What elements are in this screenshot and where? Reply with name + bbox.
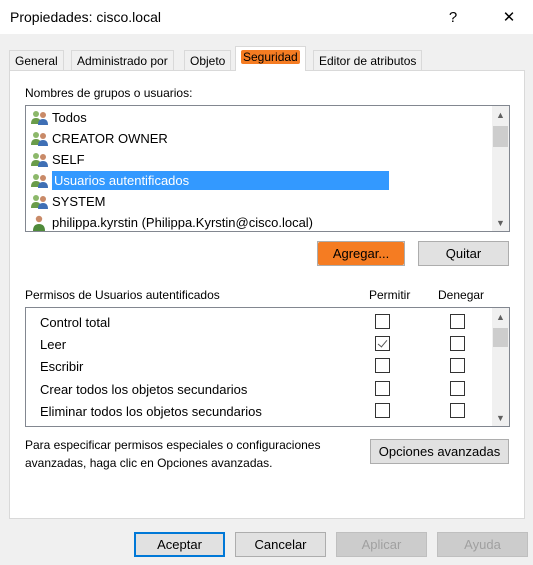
deny-checkbox[interactable]	[450, 336, 465, 351]
tab-label: Administrado por	[77, 54, 168, 68]
tab-general[interactable]: General	[9, 50, 64, 71]
scroll-thumb[interactable]	[493, 126, 508, 147]
list-item[interactable]: Todos	[27, 107, 490, 128]
permission-name: Crear todos los objetos secundarios	[40, 382, 248, 397]
groups-scrollbar[interactable]: ▲ ▼	[492, 106, 509, 231]
allow-header: Permitir	[369, 288, 411, 302]
permissions-scrollbar[interactable]: ▲ ▼	[492, 308, 509, 426]
help-button[interactable]: ?	[430, 0, 476, 34]
remove-button[interactable]: Quitar	[418, 241, 509, 266]
help-footer-label: Ayuda	[464, 537, 501, 552]
deny-checkbox[interactable]	[450, 403, 465, 418]
window-title: Propiedades: cisco.local	[10, 9, 161, 25]
list-item[interactable]: philippa.kyrstin (Philippa.Kyrstin@cisco…	[27, 212, 490, 231]
group-icon	[31, 194, 49, 210]
list-item[interactable]: CREATOR OWNER	[27, 128, 490, 149]
tab-editor-de-atributos[interactable]: Editor de atributos	[313, 50, 423, 71]
advanced-options-label: Opciones avanzadas	[378, 444, 501, 459]
apply-button[interactable]: Aplicar	[336, 532, 427, 557]
tab-seguridad[interactable]: Seguridad	[235, 46, 306, 71]
permission-name: Eliminar todos los objetos secundarios	[40, 404, 262, 419]
cancel-button[interactable]: Cancelar	[235, 532, 326, 557]
add-button[interactable]: Agregar...	[317, 241, 405, 266]
allow-checkbox[interactable]	[375, 336, 390, 351]
list-item-label: philippa.kyrstin (Philippa.Kyrstin@cisco…	[52, 215, 314, 230]
group-icon	[31, 173, 49, 189]
tab-administrado-por[interactable]: Administrado por	[71, 50, 174, 71]
allow-checkbox[interactable]	[375, 403, 390, 418]
tab-label: Seguridad	[241, 50, 300, 64]
permission-name: Control total	[40, 315, 111, 330]
permissions-label: Permisos de Usuarios autentificados	[25, 288, 220, 302]
permissions-list[interactable]: Control total Leer Escribir Crear todos …	[25, 307, 510, 427]
scroll-down-icon[interactable]: ▼	[492, 409, 509, 426]
scroll-thumb[interactable]	[493, 328, 508, 347]
cancel-label: Cancelar	[254, 537, 307, 552]
advanced-options-button[interactable]: Opciones avanzadas	[370, 439, 509, 464]
permission-name: Escribir	[40, 359, 84, 374]
scroll-up-icon[interactable]: ▲	[492, 308, 509, 325]
tab-label: Editor de atributos	[319, 54, 417, 68]
list-item-label: Usuarios autentificados	[52, 171, 390, 190]
list-item-label: CREATOR OWNER	[52, 131, 168, 146]
group-icon	[31, 152, 49, 168]
scroll-up-icon[interactable]: ▲	[492, 106, 509, 123]
add-button-label: Agregar...	[332, 246, 390, 261]
list-item-label: SYSTEM	[52, 194, 106, 209]
deny-header: Denegar	[438, 288, 485, 302]
title-bar: Propiedades: cisco.local ? ✕	[0, 0, 533, 34]
list-item[interactable]: SYSTEM	[27, 191, 490, 212]
list-item-selected[interactable]: Usuarios autentificados	[27, 170, 490, 191]
scroll-down-icon[interactable]: ▼	[492, 214, 509, 231]
list-item[interactable]: SELF	[27, 149, 490, 170]
help-icon: ?	[448, 8, 458, 26]
allow-checkbox[interactable]	[375, 314, 390, 329]
tab-label: Objeto	[190, 54, 226, 68]
groups-label: Nombres de grupos o usuarios:	[25, 86, 193, 100]
deny-checkbox[interactable]	[450, 358, 465, 373]
close-icon: ✕	[502, 9, 516, 26]
group-icon	[31, 131, 49, 147]
list-item-label: Todos	[52, 110, 87, 125]
ok-label: Aceptar	[157, 537, 202, 552]
apply-label: Aplicar	[361, 537, 402, 552]
deny-checkbox[interactable]	[450, 381, 465, 396]
tab-objeto[interactable]: Objeto	[184, 50, 232, 71]
ok-button[interactable]: Aceptar	[134, 532, 225, 557]
groups-listbox[interactable]: Todos CREATOR OWNER SELF Usuarios autent…	[25, 105, 510, 232]
advanced-text-line2: avanzadas, haga clic en Opciones avanzad…	[25, 456, 273, 470]
close-button[interactable]: ✕	[486, 0, 532, 34]
help-footer-button[interactable]: Ayuda	[437, 532, 528, 557]
allow-checkbox[interactable]	[375, 381, 390, 396]
permission-name: Leer	[40, 337, 67, 352]
group-icon	[31, 110, 49, 126]
remove-button-label: Quitar	[445, 246, 482, 261]
allow-checkbox[interactable]	[375, 358, 390, 373]
deny-checkbox[interactable]	[450, 314, 465, 329]
user-icon	[31, 215, 49, 231]
list-item-label: SELF	[52, 152, 85, 167]
advanced-text-line1: Para especificar permisos especiales o c…	[25, 438, 321, 452]
tab-label: General	[15, 54, 58, 68]
